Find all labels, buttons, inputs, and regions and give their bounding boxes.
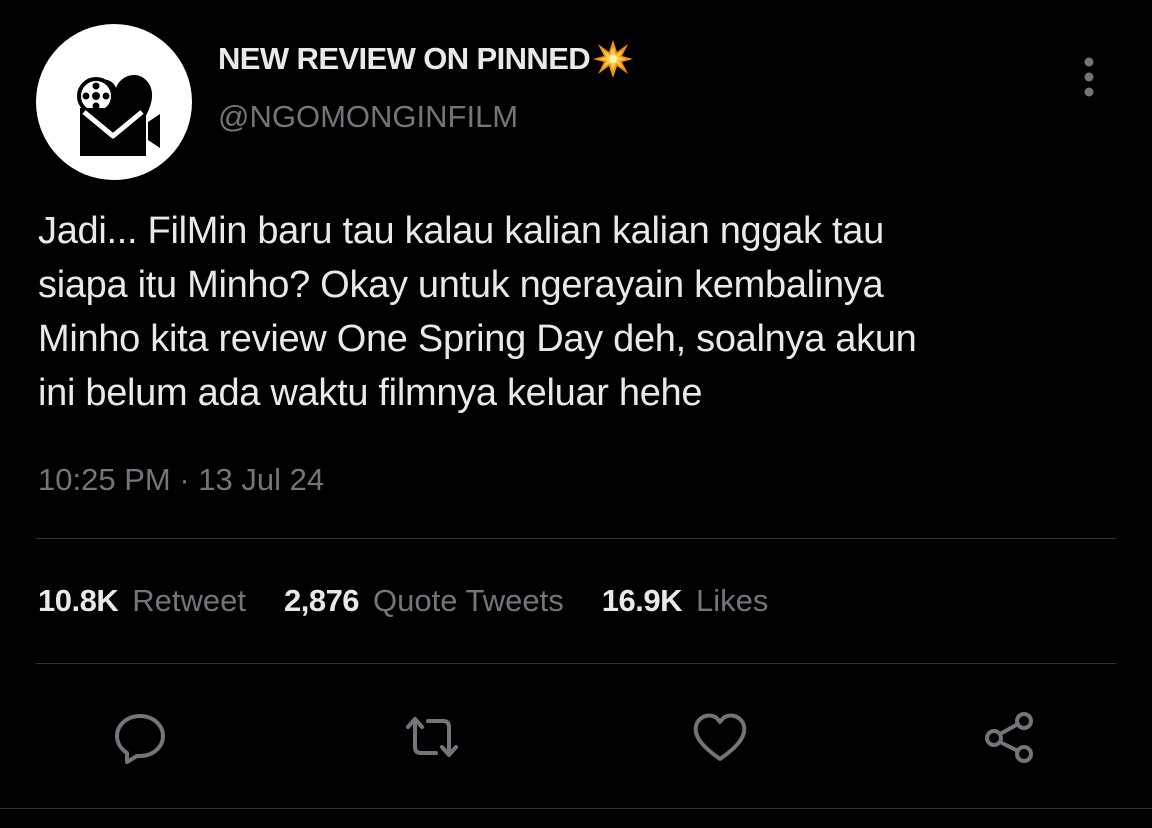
likes-count[interactable]: 16.9K Likes	[602, 583, 769, 619]
stat-label: Quote Tweets	[373, 583, 564, 618]
stat-count: 16.9K	[601, 583, 683, 618]
tweet-detail: NEW REVIEW ON PINNED @NGOMONGINFILM Jadi…	[0, 0, 1152, 828]
divider	[36, 663, 1116, 664]
avatar[interactable]	[36, 24, 192, 180]
collision-burst-icon	[592, 38, 634, 80]
tweet-time: 10:25 PM	[38, 462, 171, 497]
tweet-text-line: Minho kita review One Spring Day deh, so…	[38, 318, 917, 360]
reply-icon	[115, 714, 165, 764]
tweet-text-line: ini belum ada waktu filmnya keluar hehe	[38, 372, 703, 414]
tweet-date: 13 Jul 24	[198, 462, 325, 497]
share-button[interactable]	[980, 707, 1040, 767]
stat-label: Retweet	[132, 583, 246, 618]
timestamp-separator: ·	[179, 462, 190, 497]
display-name-text: NEW REVIEW ON PINNED	[218, 41, 591, 76]
engagement-stats: 10.8K Retweet 2,876 Quote Tweets 16.9K L…	[38, 583, 806, 619]
divider	[0, 808, 1152, 809]
more-options-button[interactable]	[1070, 54, 1108, 100]
film-reel-heart-camera-logo	[77, 74, 160, 156]
display-name[interactable]: NEW REVIEW ON PINNED	[218, 38, 634, 80]
share-icon	[985, 712, 1033, 763]
retweet-icon	[406, 717, 458, 757]
stat-label: Likes	[696, 583, 769, 618]
tweet-text: Jadi... FilMin baru tau kalau kalian kal…	[38, 204, 1123, 420]
vertical-ellipsis-icon	[1084, 57, 1094, 97]
stat-count: 2,876	[283, 583, 360, 618]
tweet-timestamp[interactable]: 10:25 PM · 13 Jul 24	[38, 462, 324, 498]
divider	[36, 538, 1116, 539]
tweet-text-line: siapa itu Minho? Okay untuk ngerayain ke…	[38, 264, 884, 306]
tweet-text-line: Jadi... FilMin baru tau kalau kalian kal…	[38, 210, 884, 252]
reply-button[interactable]	[110, 707, 170, 767]
retweet-count[interactable]: 10.8K Retweet	[38, 583, 246, 619]
stat-count: 10.8K	[38, 583, 119, 618]
retweet-button[interactable]	[402, 707, 462, 767]
like-heart-icon	[693, 713, 747, 761]
user-handle[interactable]: @NGOMONGINFILM	[218, 99, 518, 135]
quote-tweets-count[interactable]: 2,876 Quote Tweets	[284, 583, 564, 619]
like-button[interactable]	[690, 707, 750, 767]
